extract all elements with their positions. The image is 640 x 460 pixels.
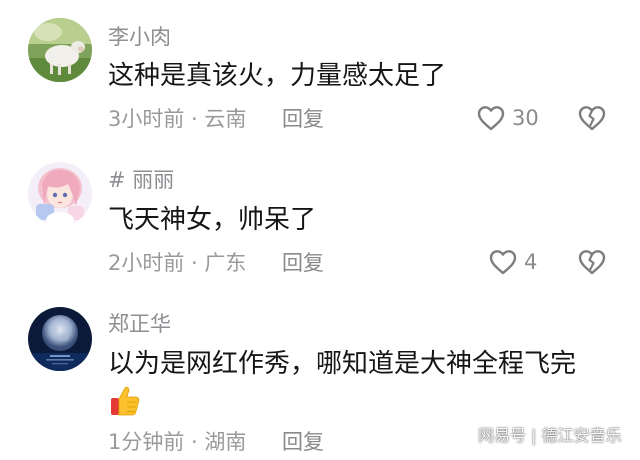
username[interactable]: 郑正华 [108, 314, 171, 335]
broken-heart-icon [578, 106, 606, 131]
watermark: 网易号 | 德江安音乐 [478, 426, 622, 445]
reply-button[interactable]: 回复 [282, 432, 324, 453]
dislike-button[interactable] [576, 104, 608, 132]
thumbs-up-icon [111, 386, 140, 416]
like-button[interactable]: 4 [488, 248, 537, 276]
comment-time-location: 1分钟前 · 湖南 [108, 430, 247, 454]
comment-meta: 2小时前 · 广东 回复 [108, 251, 324, 275]
comment-text: 飞天神女，帅呆了 [108, 205, 317, 235]
thumbs-up-emoji [108, 384, 142, 418]
like-count: 4 [524, 249, 538, 274]
comment-meta: 3小时前 · 云南 回复 [108, 107, 324, 131]
heart-icon [489, 250, 517, 275]
reply-button[interactable]: 回复 [282, 253, 324, 274]
avatar[interactable] [28, 162, 92, 226]
comment-time-location: 2小时前 · 广东 [108, 251, 247, 275]
sheep-avatar-image [28, 18, 92, 82]
heart-icon [477, 106, 505, 131]
comment-text: 这种是真该火，力量感太足了 [108, 61, 447, 91]
anime-girl-avatar-image [28, 162, 92, 226]
username[interactable]: 李小肉 [108, 27, 171, 48]
avatar[interactable] [28, 307, 92, 371]
reply-button[interactable]: 回复 [282, 109, 324, 130]
moon-over-sea-avatar-image [28, 307, 92, 371]
like-count: 30 [512, 105, 539, 130]
username[interactable]: # 丽丽 [108, 170, 174, 191]
like-button[interactable]: 30 [476, 104, 539, 132]
dislike-button[interactable] [576, 248, 608, 276]
comment-text: 以为是网红作秀，哪知道是大神全程飞完 [108, 349, 577, 379]
broken-heart-icon [578, 250, 606, 275]
avatar[interactable] [28, 18, 92, 82]
comment-time-location: 3小时前 · 云南 [108, 107, 247, 131]
comment-meta: 1分钟前 · 湖南 回复 [108, 430, 324, 454]
